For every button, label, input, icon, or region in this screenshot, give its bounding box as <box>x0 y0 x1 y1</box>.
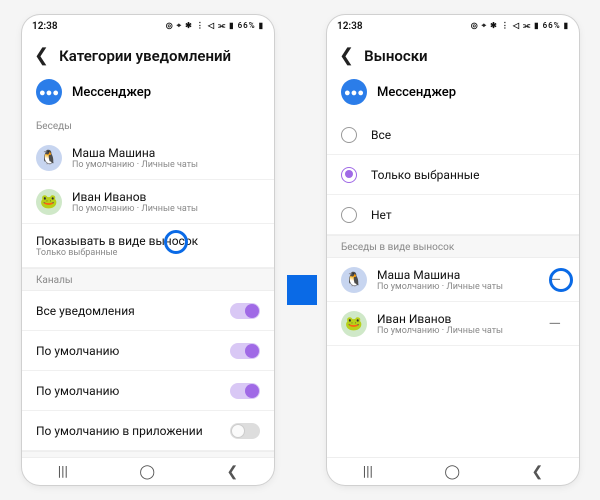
list-item[interactable]: 🐸 Иван Иванов По умолчанию · Личные чаты <box>22 180 274 224</box>
toggle[interactable] <box>230 303 260 319</box>
header: ❮ Категории уведомлений <box>22 37 274 71</box>
nav-home-icon[interactable]: ◯ <box>444 464 460 480</box>
section-channels: Каналы <box>22 268 274 291</box>
app-icon: ●●● <box>36 79 62 105</box>
bubble-title: Показывать в виде выносок <box>36 234 260 248</box>
avatar: 🐧 <box>36 145 62 171</box>
radio-label: Все <box>371 128 391 142</box>
app-row: ●●● Мессенджер <box>22 71 274 115</box>
bubble-sub: Только выбранные <box>36 248 260 258</box>
nav-recent-icon[interactable]: ||| <box>58 464 68 480</box>
section-bubble-convos: Беседы в виде выносок <box>327 235 579 258</box>
section-convos: Беседы <box>22 115 274 136</box>
channel-label: По умолчанию <box>36 344 230 358</box>
app-name: Мессенджер <box>377 85 456 100</box>
phone-right: 12:38 ◎ ⌖ ✱ ⋮ ◁ ⫘ ▮ 66% ▮ ❮ Выноски ●●● … <box>327 15 579 485</box>
convo-sub: По умолчанию · Личные чаты <box>72 160 260 170</box>
convo-sub: По умолчанию · Личные чаты <box>72 204 260 214</box>
list-item[interactable]: 🐧 Маша Машина По умолчанию · Личные чаты <box>22 136 274 180</box>
radio[interactable] <box>341 207 357 223</box>
convo-name: Маша Машина <box>377 268 545 282</box>
back-icon[interactable]: ❮ <box>339 47 354 65</box>
bubble-setting-row[interactable]: Показывать в виде выносок Только выбранн… <box>22 224 274 268</box>
convo-sub: По умолчанию · Личные чаты <box>377 282 545 292</box>
radio-row[interactable]: Нет <box>327 195 579 235</box>
channel-label: Все уведомления <box>36 304 230 318</box>
radio-row[interactable]: Только выбранные <box>327 155 579 195</box>
status-time: 12:38 <box>32 21 58 32</box>
remove-button[interactable]: — <box>545 314 566 333</box>
status-time: 12:38 <box>337 21 363 32</box>
list-item[interactable]: По умолчанию <box>22 331 274 371</box>
nav-bar: ||| ◯ ❮ <box>22 457 274 485</box>
header: ❮ Выноски <box>327 37 579 71</box>
remove-button[interactable]: — <box>545 270 566 289</box>
radio[interactable] <box>341 167 357 183</box>
avatar: 🐧 <box>341 267 367 293</box>
nav-bar: ||| ◯ ❮ <box>327 457 579 485</box>
list: 🐧 Маша Машина По умолчанию · Личные чаты… <box>22 136 274 457</box>
avatar: 🐸 <box>36 189 62 215</box>
page-title: Категории уведомлений <box>59 47 231 65</box>
app-icon: ●●● <box>341 79 367 105</box>
status-bar: 12:38 ◎ ⌖ ✱ ⋮ ◁ ⫘ ▮ 66% ▮ <box>22 15 274 37</box>
radio[interactable] <box>341 127 357 143</box>
convo-name: Маша Машина <box>72 146 260 160</box>
list-item[interactable]: Все уведомления <box>22 291 274 331</box>
list-item[interactable]: 🐧 Маша Машина По умолчанию · Личные чаты… <box>327 258 579 302</box>
toggle[interactable] <box>230 383 260 399</box>
list-item[interactable]: По умолчанию в приложении <box>22 411 274 451</box>
nav-back-icon[interactable]: ❮ <box>227 464 239 480</box>
arrow-connector <box>287 275 317 305</box>
back-icon[interactable]: ❮ <box>34 47 49 65</box>
status-icons: ◎ ⌖ ✱ ⋮ ◁ ⫘ ▮ 66% ▮ <box>471 21 569 31</box>
nav-recent-icon[interactable]: ||| <box>363 464 373 480</box>
status-bar: 12:38 ◎ ⌖ ✱ ⋮ ◁ ⫘ ▮ 66% ▮ <box>327 15 579 37</box>
list-item[interactable]: По умолчанию <box>22 371 274 411</box>
radio-label: Нет <box>371 208 392 222</box>
avatar: 🐸 <box>341 311 367 337</box>
convo-name: Иван Иванов <box>72 190 260 204</box>
nav-back-icon[interactable]: ❮ <box>532 464 544 480</box>
convo-sub: По умолчанию · Личные чаты <box>377 326 545 336</box>
nav-home-icon[interactable]: ◯ <box>139 464 155 480</box>
page-title: Выноски <box>364 47 428 65</box>
convo-name: Иван Иванов <box>377 312 545 326</box>
channel-label: По умолчанию в приложении <box>36 424 230 438</box>
toggle[interactable] <box>230 343 260 359</box>
radio-row[interactable]: Все <box>327 115 579 155</box>
status-icons: ◎ ⌖ ✱ ⋮ ◁ ⫘ ▮ 66% ▮ <box>166 21 264 31</box>
app-name: Мессенджер <box>72 85 151 100</box>
radio-label: Только выбранные <box>371 168 479 182</box>
toggle[interactable] <box>230 423 260 439</box>
channel-label: По умолчанию <box>36 384 230 398</box>
list-item[interactable]: 🐸 Иван Иванов По умолчанию · Личные чаты… <box>327 302 579 346</box>
spacer <box>327 346 579 457</box>
phone-left: 12:38 ◎ ⌖ ✱ ⋮ ◁ ⫘ ▮ 66% ▮ ❮ Категории ув… <box>22 15 274 485</box>
app-row: ●●● Мессенджер <box>327 71 579 115</box>
